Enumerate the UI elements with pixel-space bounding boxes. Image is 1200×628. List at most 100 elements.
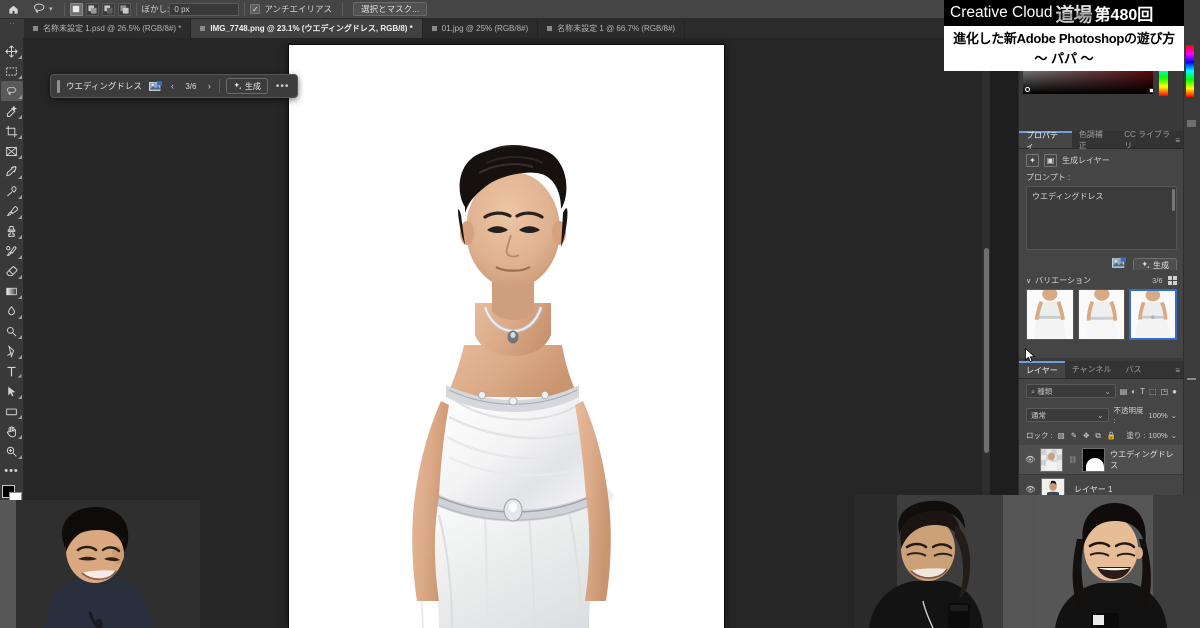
close-icon[interactable] [547,26,553,31]
object-selection-tool[interactable] [1,101,23,121]
lock-transparent-pixels-icon[interactable]: ▨ [1058,431,1065,440]
hue-strip-icon[interactable] [1186,45,1194,97]
document-tab-3[interactable]: 01.jpg @ 25% (RGB/8#) [422,19,539,38]
lasso-tool[interactable] [0,81,23,101]
lock-position-icon[interactable]: ✥ [1083,431,1089,440]
chevron-left-icon[interactable]: ‹ [169,81,176,91]
add-to-selection-button[interactable] [85,2,99,16]
gradient-tool[interactable] [1,281,23,301]
generate-button[interactable]: 生成 [225,78,268,94]
shape-layer-filter-icon[interactable]: ⬚ [1149,387,1157,396]
chevron-down-icon[interactable]: ⌄ [1104,387,1110,396]
opacity-control[interactable]: 不透明度 : 100% ⌄ [1114,405,1177,425]
dodge-tool[interactable] [1,321,23,341]
chevron-down-icon[interactable]: ⌄ [1097,411,1103,420]
table-row[interactable]: 👁 ⛓ ウエディングドレス [1019,445,1184,475]
fill-value: 100% [1148,431,1168,440]
edit-toolbar-button[interactable]: ••• [1,461,23,481]
pen-tool[interactable] [1,341,23,361]
fill-control[interactable]: 塗り : 100% ⌄ [1126,430,1177,441]
panel-menu-icon[interactable]: ≡ [1175,366,1180,375]
layer-filter-type[interactable]: ⌕ 種類 ⌄ [1026,384,1116,398]
marquee-tool[interactable] [1,61,23,81]
variation-thumb-3[interactable] [1129,289,1177,340]
divider [135,2,137,16]
select-and-mask-button[interactable]: 選択とマスク... [353,2,428,16]
path-selection-tool[interactable] [1,381,23,401]
adjustment-layer-filter-icon[interactable]: ◐ [1131,387,1136,396]
prompt-scrollbar[interactable] [1172,189,1175,211]
hand-icon [6,425,17,437]
zoom-tool[interactable] [1,441,23,461]
prompt-input[interactable]: ウエディングドレス [1026,186,1177,250]
crop-icon [5,125,18,137]
move-tool[interactable] [1,41,23,61]
layer-thumbnail[interactable] [1040,447,1064,472]
frame-tool[interactable] [1,141,23,161]
color-marker-secondary[interactable] [1149,88,1154,93]
panel-menu-icon[interactable]: ≡ [1175,136,1180,145]
variations-header[interactable]: ∨ バリエーション 3/6 [1019,270,1184,289]
new-selection-button[interactable] [69,2,83,16]
chevron-right-icon[interactable]: › [206,81,213,91]
document-tab-4[interactable]: 名称未設定 1 @ 66.7% (RGB/8#) [538,19,686,38]
crop-tool[interactable] [1,121,23,141]
quick-selection-icon [6,104,18,117]
chevron-down-icon[interactable]: ⌄ [1171,431,1177,440]
type-layer-filter-icon[interactable]: T [1140,387,1145,396]
close-icon[interactable] [33,26,38,31]
scrollbar-thumb[interactable] [984,248,989,453]
pixel-layer-filter-icon[interactable]: ▤ [1120,387,1128,396]
blend-mode-select[interactable]: 通常 ⌄ [1026,408,1109,422]
eye-icon[interactable]: 👁 [1025,455,1035,464]
chevron-down-icon[interactable]: ⌄ [1171,411,1177,420]
smart-object-filter-icon[interactable]: ◳ [1161,387,1169,396]
link-icon[interactable]: ⛓ [1068,456,1077,464]
home-icon[interactable] [0,4,26,15]
healing-brush-tool[interactable] [1,181,23,201]
filter-power-icon[interactable]: ● [1172,387,1177,396]
subtract-from-selection-button[interactable] [101,2,115,16]
brush-tool[interactable] [1,201,23,221]
tab-adjustments[interactable]: 色調補正 [1071,130,1118,150]
panel-menu-icon[interactable] [1187,378,1196,380]
variation-thumb-2[interactable] [1077,289,1126,340]
ellipsis-icon[interactable]: ••• [274,81,292,92]
generative-image-icon[interactable] [148,80,163,93]
active-tool-indicator[interactable]: ▾ [26,2,59,16]
document-tab-1[interactable]: 名称未設定 1.psd @ 26.5% (RGB/8#) * [24,19,192,38]
lock-all-icon[interactable]: 🔒 [1107,431,1116,440]
feather-input[interactable]: 0 px [169,2,240,16]
tab-properties[interactable]: プロパティ [1019,131,1072,151]
variation-thumb-1[interactable] [1026,289,1074,340]
tab-cc-libraries[interactable]: CC ライブラリ [1117,130,1184,150]
document-tab-2[interactable]: IMG_7748.png @ 23.1% (ウエディングドレス, RGB/8) … [191,19,423,38]
color-marker[interactable] [1025,87,1030,92]
rectangle-tool[interactable] [1,401,23,421]
lock-artboard-nesting-icon[interactable]: ⧉ [1095,431,1100,441]
lock-image-pixels-icon[interactable]: ✎ [1071,431,1077,440]
contextual-taskbar[interactable]: ウエディングドレス ‹ 3/6 › 生成 ••• [50,74,299,98]
intersect-selection-button[interactable] [117,2,131,16]
tab-paths[interactable]: パス [1118,361,1149,378]
eyedropper-tool[interactable] [1,161,23,181]
grip-dots-icon[interactable]: ·· [0,19,24,38]
layer-mask-thumbnail[interactable] [1082,447,1106,472]
chevron-down-icon[interactable]: ∨ [1026,277,1031,285]
tab-channels[interactable]: チャンネル [1064,361,1119,378]
eye-icon[interactable]: 👁 [1025,485,1036,494]
eraser-tool[interactable] [1,261,23,281]
document-tab-label: IMG_7748.png @ 23.1% (ウエディングドレス, RGB/8) … [210,24,413,33]
blur-tool[interactable] [1,301,23,321]
type-tool[interactable]: ◢ [1,361,23,381]
clone-stamp-tool[interactable] [1,221,23,241]
close-icon[interactable] [431,26,437,31]
drag-handle[interactable] [57,79,60,93]
antialias-checkbox[interactable]: ✓ [250,4,261,14]
collapse-icon[interactable] [1187,120,1196,127]
hand-tool[interactable] [1,421,23,441]
chevron-down-icon[interactable]: ▾ [49,5,53,13]
close-icon[interactable] [200,26,206,31]
grid-view-icon[interactable] [1167,275,1177,286]
history-brush-tool[interactable] [1,241,23,261]
